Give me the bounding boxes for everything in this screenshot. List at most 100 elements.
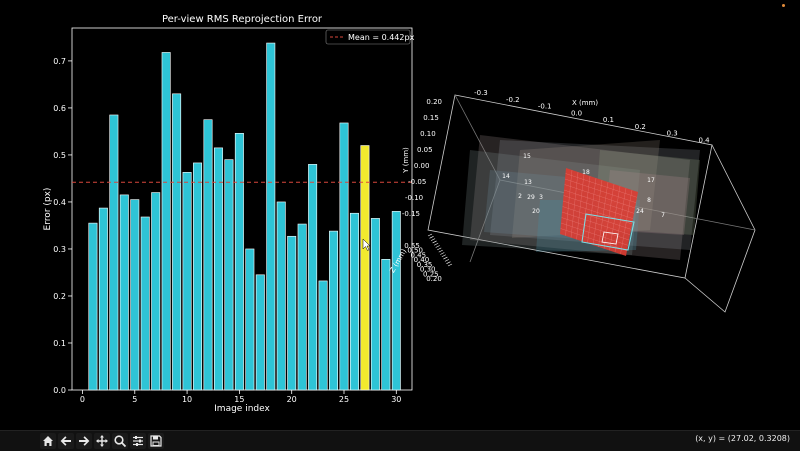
3d-z-tick-mark — [435, 245, 440, 248]
3d-x-tick-label: 0.1 — [603, 116, 614, 124]
bar-chart: 0.0 0.1 0.2 0.3 0.4 0.5 0.6 0.7 0 5 10 15 20 25 30 Pe… — [43, 14, 415, 414]
y-tick-label: 0.0 — [53, 386, 66, 395]
y-tick-label: 0.1 — [53, 339, 66, 348]
bar — [287, 235, 297, 391]
3d-x-tick-label: 0.4 — [698, 136, 710, 144]
bar — [224, 159, 234, 391]
bar — [339, 122, 349, 391]
y-tick-label: 0.2 — [53, 292, 66, 301]
y-tick-label: 0.4 — [53, 198, 66, 207]
3d-z-tick-mark — [432, 240, 437, 244]
3d-z-tick-mark — [444, 259, 450, 262]
bar — [349, 212, 359, 391]
3d-x-tick-label: -0.2 — [506, 96, 520, 104]
3d-x-axis-label: X (mm) — [572, 99, 598, 107]
3d-z-tick-mark — [429, 236, 434, 239]
3d-z-tick-mark — [427, 233, 433, 237]
y-axis-label: Error (px) — [43, 188, 53, 231]
figure-canvas[interactable]: 0.0 0.1 0.2 0.3 0.4 0.5 0.6 0.7 0 5 10 15 20 25 30 Pe… — [0, 0, 800, 430]
3d-x-tick-label: 0.0 — [571, 109, 582, 117]
configure-icon — [133, 436, 143, 446]
bar — [130, 199, 140, 391]
home-button[interactable] — [40, 433, 56, 449]
y-tick-label: 0.7 — [53, 57, 66, 66]
x-tick-label: 0 — [80, 395, 85, 404]
x-tick-label: 15 — [234, 395, 244, 404]
3d-y-tick-label: 0.10 — [420, 130, 436, 138]
bar — [213, 147, 223, 391]
x-tick-label: 30 — [391, 395, 401, 404]
3d-y-tick-label: 0.00 — [414, 162, 430, 170]
view-label: 18 — [582, 169, 590, 176]
forward-icon — [79, 436, 90, 446]
bar — [88, 222, 98, 391]
3d-z-tick-label: 0.20 — [426, 275, 442, 283]
camera-views-3d-plot[interactable]: 15141318172 29 3 820 247 -0.3-0.2-0.10.00.10… — [388, 89, 756, 313]
x-tick-label: 5 — [132, 395, 137, 404]
x-tick-label: 25 — [339, 395, 349, 404]
pan-button[interactable] — [94, 433, 110, 449]
save-icon — [150, 435, 162, 447]
3d-z-tick-mark — [447, 263, 453, 267]
3d-y-tick-label: 0.05 — [417, 146, 433, 154]
bar — [140, 216, 150, 391]
bar — [234, 133, 244, 391]
bar — [381, 259, 391, 391]
view-label: 17 — [647, 177, 655, 184]
bar — [172, 93, 182, 391]
legend: Mean = 0.442px — [325, 29, 415, 45]
view-label: 13 — [524, 179, 532, 186]
3d-y-tick-label: -0.15 — [402, 210, 420, 218]
chart-title: Per-view RMS Reprojection Error — [162, 14, 323, 25]
bar — [151, 192, 161, 391]
bar — [161, 52, 171, 391]
3d-y-tick-label: -0.05 — [408, 178, 426, 186]
3d-z-tick-mark — [446, 261, 451, 264]
3d-x-tick-label: -0.3 — [474, 89, 488, 97]
bar — [109, 114, 119, 391]
y-tick-label: 0.5 — [53, 151, 66, 160]
bar — [98, 207, 108, 391]
3d-y-tick-label: -0.10 — [405, 194, 423, 202]
x-tick-label: 10 — [182, 395, 192, 404]
bar — [297, 223, 307, 391]
3d-z-tick-mark — [430, 238, 436, 241]
3d-z-tick-mark — [440, 252, 445, 255]
3d-z-tick-mark — [443, 256, 448, 260]
view-label: 3 — [539, 194, 543, 201]
forward-button[interactable] — [76, 433, 92, 449]
bar — [203, 119, 213, 391]
view-label: 7 — [661, 212, 665, 219]
3d-y-axis-label: Y (mm) — [402, 147, 410, 174]
back-button[interactable] — [58, 433, 74, 449]
cursor-coordinates: (x, y) = (27.02, 0.3208) — [695, 434, 790, 443]
3d-y-tick-label: 0.15 — [423, 114, 439, 122]
navigation-toolbar: (x, y) = (27.02, 0.3208) — [0, 430, 800, 451]
3d-x-tick-label: 0.2 — [635, 123, 646, 131]
y-ticks: 0.0 0.1 0.2 0.3 0.4 0.5 0.6 0.7 — [53, 57, 72, 395]
bar — [245, 248, 255, 391]
bar — [255, 274, 265, 391]
3d-z-tick-mark — [441, 254, 446, 258]
3d-x-tick-label: -0.1 — [538, 103, 552, 111]
configure-subplots-button[interactable] — [130, 433, 146, 449]
x-ticks: 0 5 10 15 20 25 30 — [80, 390, 401, 404]
x-axis-label: Image index — [214, 404, 270, 414]
3d-z-tick-mark — [437, 247, 442, 251]
bar — [308, 164, 318, 391]
view-label: 8 — [647, 197, 651, 204]
view-label: 20 — [532, 208, 540, 215]
view-label: 2 — [518, 193, 522, 200]
view-label: 24 — [636, 208, 644, 215]
home-icon — [43, 436, 53, 446]
bar — [329, 230, 339, 391]
bar — [276, 201, 286, 391]
zoom-button[interactable] — [112, 433, 128, 449]
y-tick-label: 0.6 — [53, 104, 66, 113]
bar — [182, 172, 192, 391]
save-button[interactable] — [148, 433, 164, 449]
back-icon — [60, 436, 71, 446]
3d-x-tick-label: 0.3 — [667, 130, 678, 138]
x-tick-label: 20 — [287, 395, 297, 404]
status-dot — [782, 4, 785, 7]
